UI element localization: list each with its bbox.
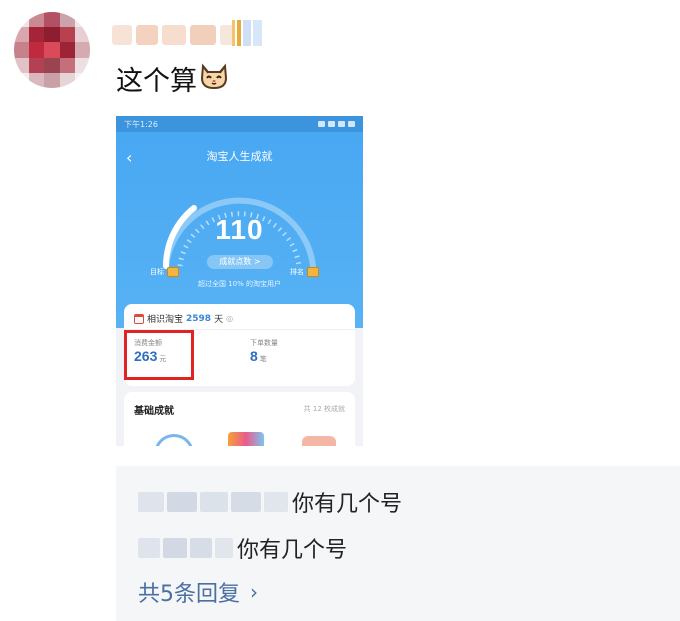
reply-username[interactable] <box>138 492 288 512</box>
embedded-screenshot[interactable]: 下午1:26 ‹ 淘宝人生成就 110 成就点数 > 目标 排名 超过全国 10… <box>116 116 363 446</box>
cake-badge-icon <box>302 436 336 446</box>
comments-section: 你有几个号 你有几个号 共5条回复 › <box>116 466 680 621</box>
rainbow-badge-icon <box>154 434 194 446</box>
app-title: 淘宝人生成就 <box>206 150 273 163</box>
rank-label-text: 排名 <box>290 268 304 276</box>
gift-badge-icon <box>228 432 264 446</box>
cat-face-icon <box>199 62 229 102</box>
eye-icon[interactable]: ◎ <box>226 314 233 323</box>
more-replies-label: 共5条回复 <box>138 582 240 607</box>
reply-item[interactable]: 你有几个号 <box>138 486 402 518</box>
since-row: 相识淘宝 2598 天 ◎ <box>134 312 233 325</box>
vip-badge-icon <box>232 20 262 46</box>
post-text: 这个算 <box>116 62 229 102</box>
achievements-card[interactable]: 基础成就 共 12 枚成就 <box>124 392 355 446</box>
avatar[interactable] <box>14 12 90 88</box>
username[interactable] <box>112 22 234 48</box>
chest-icon <box>167 267 179 277</box>
reply-text: 你有几个号 <box>292 492 403 517</box>
achievements-count: 共 12 枚成就 <box>303 405 345 413</box>
target-label-text: 目标 <box>150 268 164 276</box>
highlight-box <box>124 330 194 380</box>
since-prefix: 相识淘宝 <box>147 315 184 325</box>
achievements-title: 基础成就 <box>134 406 174 417</box>
beat-text: 超过全国 10% 的淘宝用户 <box>197 280 281 288</box>
post-text-content: 这个算 <box>116 66 197 97</box>
points-button[interactable]: 成就点数 > <box>207 255 273 269</box>
calendar-icon <box>134 313 144 324</box>
chevron-right-icon: › <box>250 580 258 604</box>
since-suffix: 天 <box>214 315 224 325</box>
since-days: 2598 <box>186 313 212 324</box>
status-icons <box>318 121 355 127</box>
score-value: 110 <box>215 214 264 245</box>
reply-username[interactable] <box>138 538 233 558</box>
target-label: 目标 <box>150 267 179 277</box>
more-replies-link[interactable]: 共5条回复 › <box>138 576 258 608</box>
orders-unit: 笔 <box>259 356 267 363</box>
orders-value: 8笔 <box>250 348 267 364</box>
orders-label: 下单数量 <box>250 339 278 347</box>
orders-amount: 8 <box>250 348 258 364</box>
reply-item[interactable]: 你有几个号 <box>138 532 347 564</box>
rank-label: 排名 <box>290 267 319 277</box>
status-bar: 下午1:26 <box>116 116 363 132</box>
reply-text: 你有几个号 <box>237 538 348 563</box>
chest-icon <box>307 267 319 277</box>
status-time: 下午1:26 <box>124 119 158 129</box>
